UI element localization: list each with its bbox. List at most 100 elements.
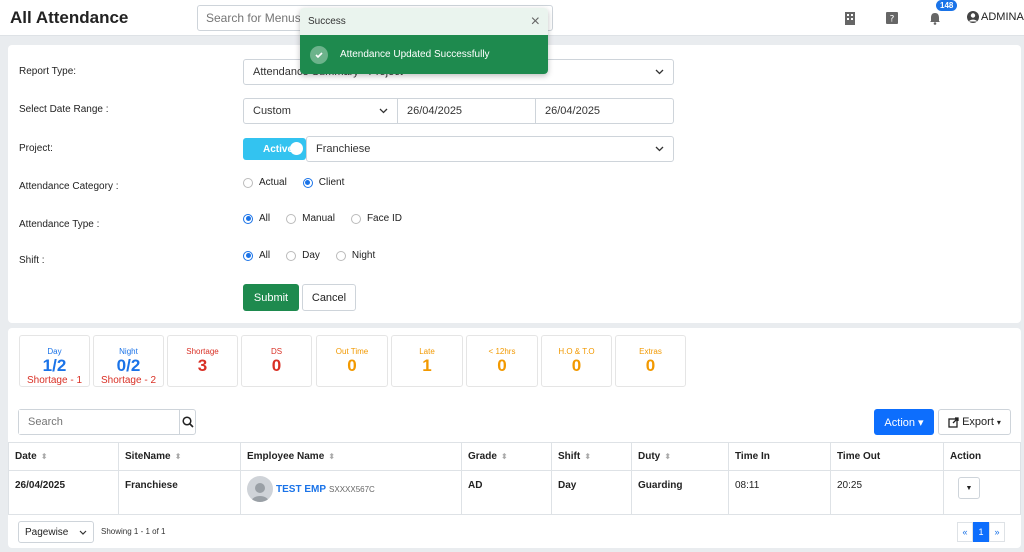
date-range-value: Custom <box>253 105 291 117</box>
toast-close-icon[interactable]: × <box>531 13 540 31</box>
type-option-face-id[interactable]: Face ID <box>350 213 402 224</box>
employee-name-link[interactable]: TEST EMP <box>276 484 326 495</box>
col-employee-name[interactable]: Employee Name ⬍ <box>240 442 462 471</box>
cell-duty: Guarding <box>631 470 729 515</box>
report-type-label: Report Type: <box>19 66 77 77</box>
radio-circle-selected <box>243 213 253 224</box>
table-search[interactable] <box>18 409 196 435</box>
cell-time-out: 20:25 <box>830 470 944 515</box>
type-option-all[interactable]: All <box>243 213 270 224</box>
shift-label: Shift : <box>19 255 45 266</box>
help-icon[interactable]: ? <box>884 10 900 26</box>
project-label: Project: <box>19 143 53 154</box>
cell-shift: Day <box>551 470 632 515</box>
shift-option-night[interactable]: Night <box>335 250 375 261</box>
pagination-prev[interactable]: « <box>957 522 973 542</box>
cell-grade: AD <box>461 470 552 515</box>
stat-title: Extras <box>639 347 662 356</box>
shift-option-day[interactable]: Day <box>286 250 320 261</box>
attendance-type-label: Attendance Type : <box>19 219 100 230</box>
chevron-down-icon <box>655 143 664 155</box>
col-date[interactable]: Date ⬍ <box>8 442 119 471</box>
radio-circle-selected <box>302 177 313 188</box>
toast-title: Success <box>308 16 346 27</box>
radio-circle <box>286 250 297 261</box>
attendance-category-label: Attendance Category : <box>19 181 119 192</box>
date-range-select[interactable]: Custom <box>243 98 398 124</box>
pagination-next[interactable]: » <box>989 522 1005 542</box>
col-grade[interactable]: Grade ⬍ <box>461 442 552 471</box>
stat-card[interactable]: Out Time 0 <box>316 335 388 387</box>
row-action-dropdown[interactable]: ▼ <box>958 477 980 499</box>
page-title: All Attendance <box>10 8 129 27</box>
project-value: Franchiese <box>316 143 371 155</box>
pagewise-select[interactable]: Pagewise <box>18 521 94 543</box>
active-toggle[interactable]: Active <box>243 138 306 160</box>
stat-value: 0 <box>271 356 282 375</box>
cell-time-in: 08:11 <box>728 470 831 515</box>
category-option-actual[interactable]: Actual <box>243 177 287 188</box>
stat-title: Shortage <box>186 347 219 356</box>
search-icon[interactable] <box>179 410 195 434</box>
shift-option-all[interactable]: All <box>243 250 270 261</box>
svg-text:?: ? <box>890 15 895 25</box>
stat-card[interactable]: Late 1 <box>391 335 463 387</box>
col-shift[interactable]: Shift ⬍ <box>551 442 632 471</box>
stat-value: 0 <box>645 356 656 375</box>
stat-value: 0 <box>571 356 582 375</box>
date-to-input[interactable]: 26/04/2025 <box>535 98 674 124</box>
action-dropdown-button[interactable]: Action ▾ <box>874 409 934 435</box>
cell-site: Franchiese <box>118 470 241 515</box>
export-dropdown-button[interactable]: Export ▾ <box>938 409 1011 435</box>
pagination-page-1[interactable]: 1 <box>973 522 989 542</box>
cell-date: 26/04/2025 <box>8 470 119 515</box>
chevron-down-icon <box>655 66 664 78</box>
table-search-input[interactable] <box>19 410 179 434</box>
stat-card[interactable]: Night 0/2 Shortage - 2 <box>93 335 164 387</box>
col-sitename[interactable]: SiteName ⬍ <box>118 442 241 471</box>
stat-card[interactable]: H.O & T.O 0 <box>541 335 612 387</box>
radio-circle <box>243 177 253 188</box>
stat-title: < 12hrs <box>488 347 516 356</box>
project-select[interactable]: Franchiese <box>306 136 674 162</box>
stat-card[interactable]: DS 0 <box>241 335 312 387</box>
col-duty[interactable]: Duty ⬍ <box>631 442 729 471</box>
avatar <box>247 476 273 502</box>
notification-badge: 148 <box>936 0 958 11</box>
type-option-manual[interactable]: Manual <box>286 213 335 224</box>
success-toast: Success × Attendance Updated Successfull… <box>300 8 548 74</box>
toggle-knob <box>290 142 303 155</box>
date-from-input[interactable]: 26/04/2025 <box>397 98 536 124</box>
stat-value: 1/2 <box>42 356 67 375</box>
radio-circle <box>350 213 361 224</box>
stat-card[interactable]: Extras 0 <box>615 335 686 387</box>
stat-title: Night <box>119 347 138 356</box>
stat-subtext: Shortage - 2 <box>100 375 157 386</box>
col-time-in: Time In <box>728 442 831 471</box>
cell-action: ▼ <box>943 470 1021 515</box>
attendance-table: Date ⬍ SiteName ⬍ Employee Name ⬍ Grade ⬍ Sh… <box>8 442 1021 515</box>
stat-title: Out Time <box>335 347 369 356</box>
toggle-label: Active <box>263 143 294 155</box>
radio-circle <box>286 213 297 224</box>
shift-group: All Day Night <box>243 250 375 261</box>
employee-code: SXXXX567C <box>329 484 375 494</box>
stat-title: Late <box>419 347 435 356</box>
stat-card[interactable]: Shortage 3 <box>167 335 238 387</box>
attendance-type-group: All Manual Face ID <box>243 213 402 224</box>
stat-card[interactable]: Day 1/2 Shortage - 1 <box>19 335 90 387</box>
radio-circle <box>335 250 346 261</box>
attendance-category-group: Actual Client <box>243 177 344 188</box>
bell-icon[interactable] <box>927 10 943 26</box>
cell-employee: TEST EMP SXXXX567C <box>240 470 462 515</box>
results-panel: Day 1/2 Shortage - 1 Night 0/2 Shortage - 2 Sh… <box>8 328 1021 548</box>
date-range-label: Select Date Range : <box>19 104 109 115</box>
submit-button[interactable]: Submit <box>243 284 299 311</box>
category-option-client[interactable]: Client <box>302 177 344 188</box>
stat-card[interactable]: < 12hrs 0 <box>466 335 538 387</box>
building-icon[interactable] <box>842 10 858 26</box>
external-link-icon <box>948 416 959 428</box>
user-menu[interactable]: ADMINA <box>967 11 1024 23</box>
stat-value: 0 <box>497 356 507 375</box>
cancel-button[interactable]: Cancel <box>302 284 356 311</box>
